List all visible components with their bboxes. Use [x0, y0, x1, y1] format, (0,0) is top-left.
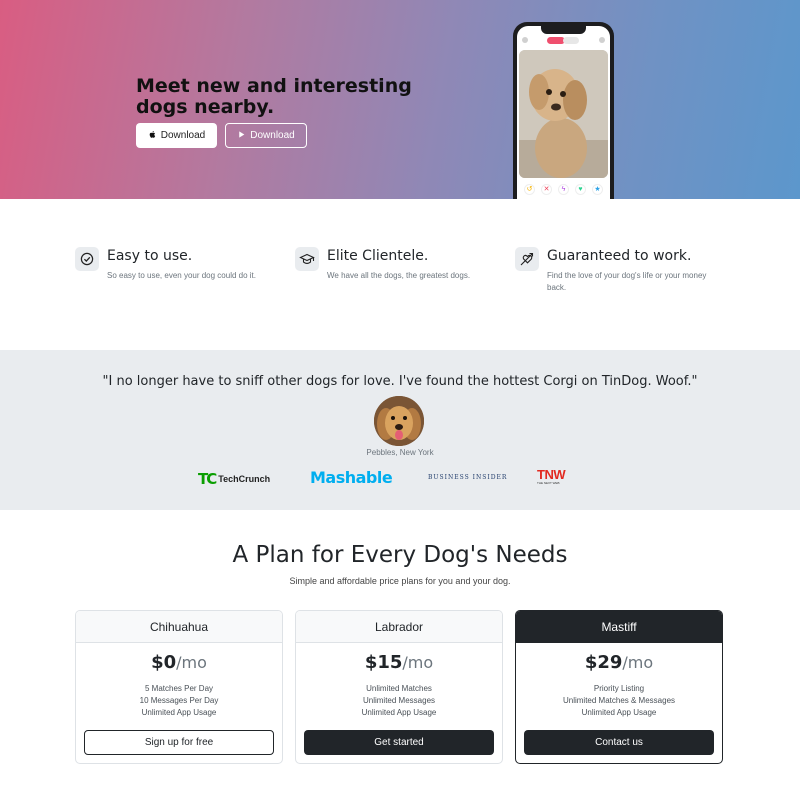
pricing-subtitle: Simple and affordable price plans for yo… — [289, 576, 511, 586]
plan-price: $0/mo — [76, 652, 282, 673]
get-started-button[interactable]: Get started — [304, 730, 494, 755]
plan-features: Priority Listing Unlimited Matches & Mes… — [516, 683, 722, 719]
download-apple-button[interactable]: Download — [136, 123, 217, 148]
plan-feature: Unlimited App Usage — [581, 708, 657, 717]
check-circle-icon — [75, 247, 99, 271]
plan-card-labrador: Labrador $15/mo Unlimited Matches Unlimi… — [295, 610, 503, 764]
plan-name: Labrador — [296, 611, 502, 643]
heart-arrow-icon — [515, 247, 539, 271]
tnw-subtitle: THE NEXT WEB — [537, 481, 560, 485]
plan-feature: Unlimited App Usage — [141, 708, 217, 717]
feature-title: Easy to use. — [107, 248, 193, 264]
feature-title: Elite Clientele. — [327, 248, 429, 264]
download-play-label: Download — [250, 130, 295, 141]
graduation-cap-icon — [295, 247, 319, 271]
dog-photo — [519, 50, 608, 178]
price-period: /mo — [622, 653, 654, 672]
feature-text: So easy to use, even your dog could do i… — [107, 271, 256, 280]
plan-name: Mastiff — [516, 611, 722, 643]
tnw-mark: TNW — [537, 467, 566, 482]
price-period: /mo — [176, 653, 207, 672]
sign-up-free-button[interactable]: Sign up for free — [84, 730, 274, 755]
plan-features: Unlimited Matches Unlimited Messages Unl… — [296, 683, 502, 719]
phone-mockup: ↺ ✕ ϟ ♥ ★ — [513, 22, 614, 199]
testimonial-attribution: Pebbles, New York — [366, 448, 434, 457]
plan-price: $15/mo — [296, 652, 502, 673]
phone-action-bar: ↺ ✕ ϟ ♥ ★ — [517, 184, 610, 195]
business-insider-logo: BUSINESS INSIDER — [428, 474, 508, 481]
plan-card-mastiff: Mastiff $29/mo Priority Listing Unlimite… — [515, 610, 723, 764]
techcrunch-mark: TC — [198, 470, 217, 488]
contact-us-button[interactable]: Contact us — [524, 730, 714, 755]
plan-feature: 5 Matches Per Day — [144, 684, 214, 693]
mashable-logo: Mashable — [310, 468, 393, 487]
testimonial-quote: "I no longer have to sniff other dogs fo… — [102, 374, 698, 389]
plan-features: 5 Matches Per Day 10 Messages Per Day Un… — [76, 683, 282, 719]
like-icon: ♥ — [575, 184, 586, 195]
plan-feature: Priority Listing — [593, 684, 645, 693]
plan-feature: Unlimited Matches & Messages — [562, 696, 676, 705]
superlike-icon: ★ — [592, 184, 603, 195]
plan-feature: Unlimited Messages — [362, 696, 436, 705]
techcrunch-logo: TC TechCrunch — [198, 470, 270, 488]
plan-price: $29/mo — [516, 652, 722, 673]
nope-icon: ✕ — [541, 184, 552, 195]
toggle-pill — [563, 37, 579, 44]
download-play-button[interactable]: Download — [225, 123, 307, 148]
hero-title: Meet new and interesting dogs nearby. — [136, 75, 412, 118]
price-amount: $29 — [584, 652, 623, 673]
feature-title: Guaranteed to work. — [547, 248, 692, 264]
price-period: /mo — [402, 653, 434, 672]
tnw-logo: TNW THE NEXT WEB — [537, 467, 566, 485]
price-amount: $0 — [151, 652, 177, 673]
testimonial-section: "I no longer have to sniff other dogs fo… — [0, 350, 800, 510]
play-store-icon — [237, 130, 246, 142]
plan-feature: Unlimited Matches — [366, 684, 432, 693]
plan-feature: Unlimited App Usage — [361, 708, 437, 717]
download-apple-label: Download — [160, 130, 206, 141]
phone-notch — [541, 26, 586, 34]
profile-icon — [522, 37, 528, 43]
boost-icon: ϟ — [558, 184, 569, 195]
price-amount: $15 — [364, 652, 403, 673]
chat-icon — [599, 37, 605, 43]
avatar — [374, 396, 424, 446]
techcrunch-text: TechCrunch — [218, 474, 271, 484]
hero-section: Meet new and interesting dogs nearby. Do… — [0, 0, 800, 199]
feature-text: Find the love of your dog's life or your… — [547, 271, 707, 292]
rewind-icon: ↺ — [524, 184, 535, 195]
plan-card-chihuahua: Chihuahua $0/mo 5 Matches Per Day 10 Mes… — [75, 610, 283, 764]
apple-icon — [148, 130, 157, 142]
phone-screen: ↺ ✕ ϟ ♥ ★ — [517, 26, 610, 199]
plan-feature: 10 Messages Per Day — [139, 696, 219, 705]
plan-name: Chihuahua — [76, 611, 282, 643]
pricing-title: A Plan for Every Dog's Needs — [232, 542, 568, 568]
feature-text: We have all the dogs, the greatest dogs. — [327, 271, 471, 280]
